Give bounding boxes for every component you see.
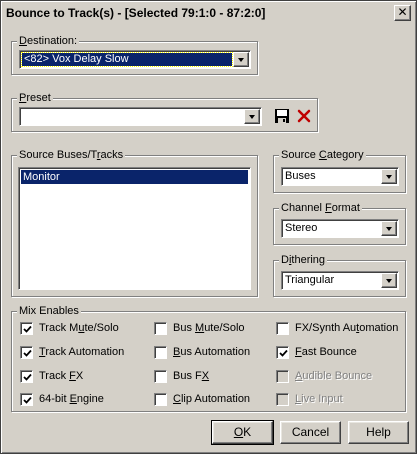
preset-label: Preset bbox=[17, 91, 53, 105]
checkbox-box[interactable] bbox=[154, 346, 167, 359]
checkbox-label: Bus FX bbox=[173, 370, 210, 382]
checkbox-label: Track FX bbox=[39, 370, 84, 382]
checkbox-label: FX/Synth Automation bbox=[295, 322, 399, 334]
checkbox-box[interactable] bbox=[20, 322, 33, 335]
dithering-dropdown[interactable]: Triangular bbox=[281, 271, 399, 290]
save-icon[interactable] bbox=[274, 108, 290, 124]
ok-button[interactable]: OK bbox=[211, 420, 274, 445]
dithering-value: Triangular bbox=[285, 274, 335, 286]
checkmark-icon bbox=[23, 325, 32, 333]
checkbox-box[interactable] bbox=[154, 322, 167, 335]
list-item-label: Monitor bbox=[23, 171, 60, 183]
checkbox-box[interactable] bbox=[20, 393, 33, 406]
checkbox-box bbox=[276, 393, 289, 406]
source-category-dropdown[interactable]: Buses bbox=[281, 167, 399, 186]
delete-icon[interactable] bbox=[296, 108, 312, 124]
dithering-group: Dithering Triangular bbox=[273, 253, 406, 297]
checkbox-box[interactable] bbox=[154, 393, 167, 406]
checkbox-box[interactable] bbox=[276, 346, 289, 359]
checkbox-box[interactable] bbox=[20, 346, 33, 359]
checkbox-label: Bus Automation bbox=[173, 346, 251, 358]
preset-dropdown[interactable] bbox=[19, 107, 262, 126]
checkmark-icon bbox=[23, 349, 32, 357]
destination-label: Destination: bbox=[17, 34, 80, 48]
chevron-down-icon[interactable] bbox=[381, 273, 397, 288]
checkbox-label: Fast Bounce bbox=[295, 346, 357, 358]
checkmark-icon bbox=[23, 373, 32, 381]
checkbox-box bbox=[276, 370, 289, 383]
checkbox-label: Bus Mute/Solo bbox=[173, 322, 245, 334]
window-title: Bounce to Track(s) - [Selected 79:1:0 - … bbox=[6, 6, 266, 20]
channel-format-label: Channel Format bbox=[279, 201, 362, 215]
channel-format-dropdown[interactable]: Stereo bbox=[281, 219, 399, 238]
checkbox-label: 64-bit Engine bbox=[39, 393, 104, 405]
destination-value: <82> Vox Delay Slow bbox=[21, 52, 233, 67]
chevron-down-icon[interactable] bbox=[381, 169, 397, 184]
checkmark-icon bbox=[279, 349, 288, 357]
chevron-down-icon[interactable] bbox=[233, 52, 249, 67]
destination-dropdown[interactable]: <82> Vox Delay Slow bbox=[19, 50, 251, 69]
title-bar[interactable]: Bounce to Track(s) - [Selected 79:1:0 - … bbox=[4, 4, 413, 23]
checkbox-label: Track Mute/Solo bbox=[39, 322, 119, 334]
source-tracks-group: Source Buses/Tracks Monitor bbox=[11, 148, 258, 297]
channel-format-value: Stereo bbox=[285, 222, 318, 234]
checkbox-label: Live Input bbox=[295, 393, 343, 405]
close-icon: ✕ bbox=[397, 5, 408, 19]
preset-group: Preset bbox=[11, 91, 318, 132]
checkbox-box[interactable] bbox=[276, 322, 289, 335]
bounce-to-tracks-dialog: Bounce to Track(s) - [Selected 79:1:0 - … bbox=[0, 0, 417, 454]
checkbox-label: Track Automation bbox=[39, 346, 125, 358]
checkmark-icon bbox=[23, 396, 32, 404]
source-category-label: Source Category bbox=[279, 148, 366, 162]
help-button[interactable]: Help bbox=[348, 421, 409, 444]
chevron-down-icon[interactable] bbox=[381, 221, 397, 236]
chevron-down-icon[interactable] bbox=[244, 109, 260, 124]
source-category-value: Buses bbox=[285, 170, 316, 182]
source-tracks-list[interactable]: Monitor bbox=[18, 167, 251, 290]
dithering-label: Dithering bbox=[279, 253, 328, 267]
channel-format-group: Channel Format Stereo bbox=[273, 201, 406, 245]
checkbox-box[interactable] bbox=[154, 370, 167, 383]
checkbox-label: Audible Bounce bbox=[295, 370, 373, 382]
checkbox-box[interactable] bbox=[20, 370, 33, 383]
checkbox-label: Clip Automation bbox=[173, 393, 251, 405]
source-tracks-label: Source Buses/Tracks bbox=[17, 148, 126, 162]
mix-enables-label: Mix Enables bbox=[17, 304, 81, 318]
mix-enables-group: Mix Enables Track Mute/Solo Track Automat… bbox=[11, 304, 406, 412]
list-item[interactable]: Monitor bbox=[21, 170, 248, 184]
close-button[interactable]: ✕ bbox=[394, 5, 411, 21]
source-category-group: Source Category Buses bbox=[273, 148, 406, 193]
destination-group: Destination: <82> Vox Delay Slow bbox=[11, 34, 258, 75]
cancel-button[interactable]: Cancel bbox=[280, 421, 341, 444]
